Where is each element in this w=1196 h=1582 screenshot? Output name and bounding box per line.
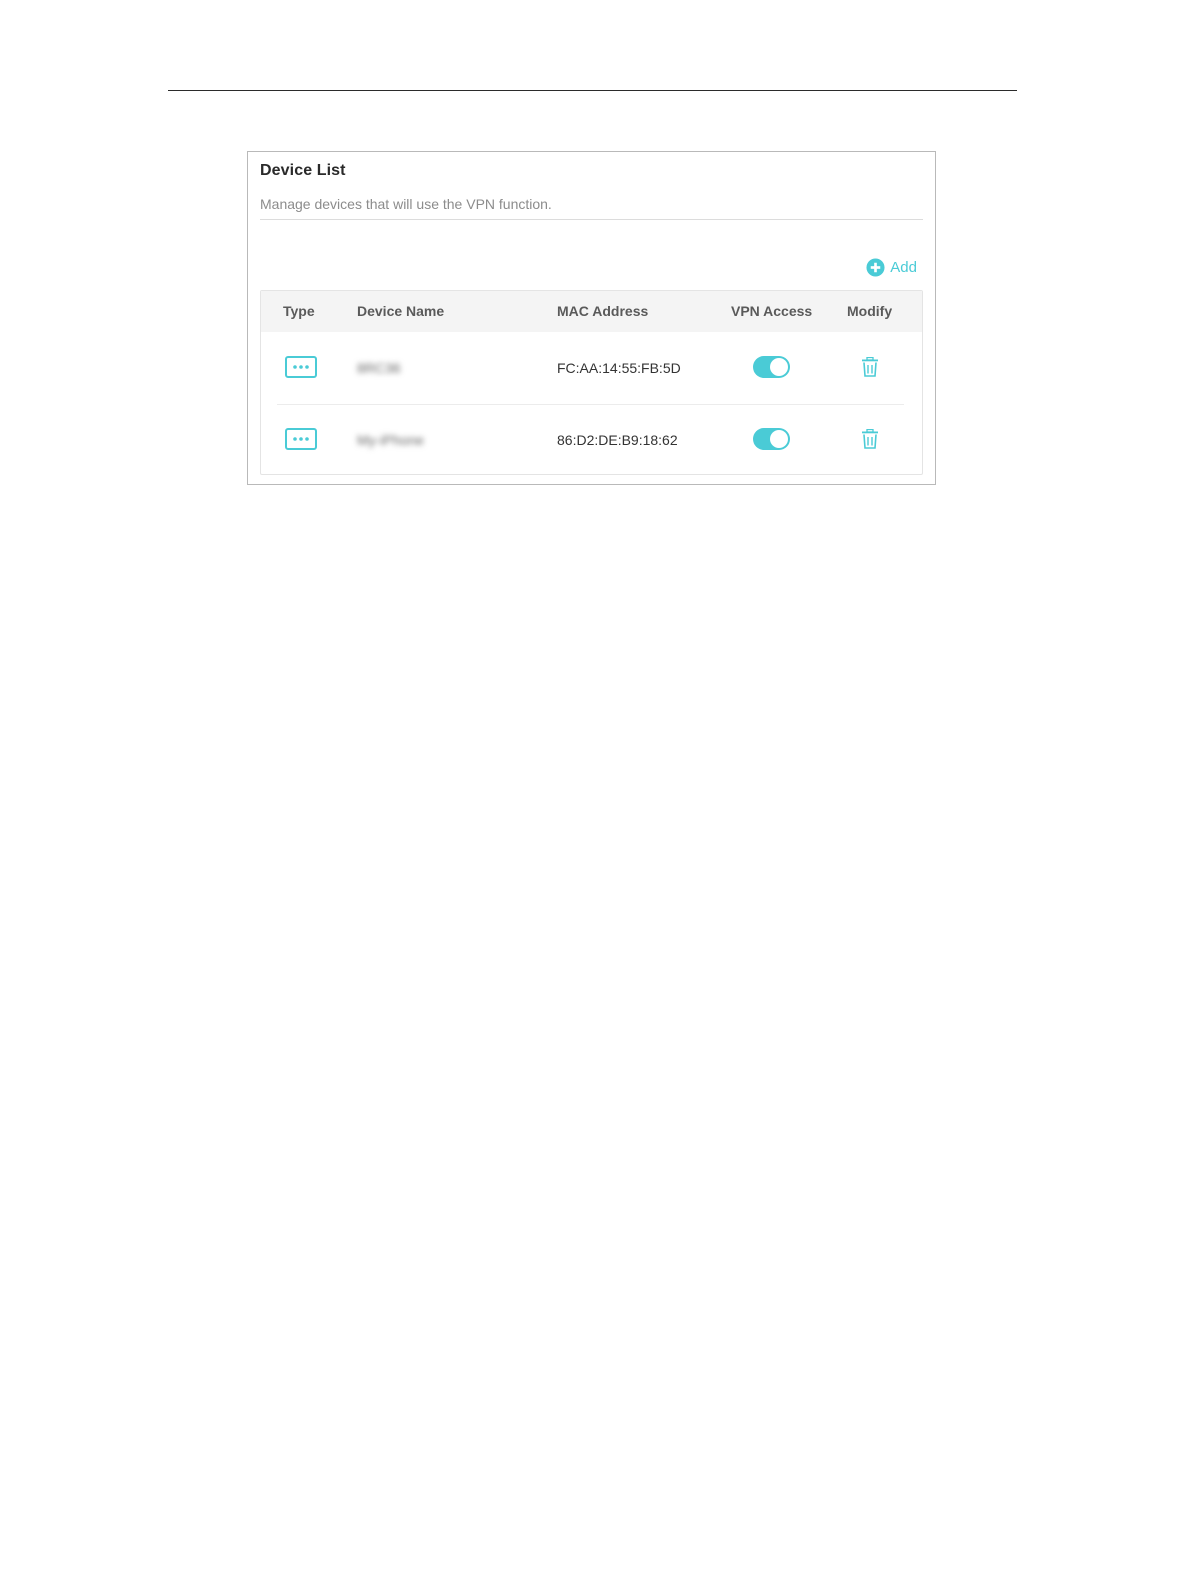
header-modify: Modify: [847, 303, 893, 319]
add-device-label: Add: [890, 259, 917, 276]
add-device-button[interactable]: Add: [866, 258, 917, 277]
other-device-icon: [285, 428, 317, 450]
toggle-knob: [770, 358, 788, 376]
table-row: 8RC36 FC:AA:14:55:FB:5D: [261, 332, 922, 404]
panel-description: Manage devices that will use the VPN fun…: [260, 196, 552, 212]
table-header: Type Device Name MAC Address VPN Access …: [261, 291, 922, 332]
mac-address: FC:AA:14:55:FB:5D: [557, 360, 681, 376]
vpn-access-toggle[interactable]: [753, 428, 790, 450]
device-name: 8RC36: [357, 360, 401, 376]
header-device-name: Device Name: [357, 303, 445, 319]
toggle-knob: [770, 430, 788, 448]
page-header-rule: [168, 90, 1017, 91]
device-name: My-iPhone: [357, 432, 424, 448]
device-table: Type Device Name MAC Address VPN Access …: [260, 290, 923, 475]
table-row: My-iPhone 86:D2:DE:B9:18:62: [261, 404, 922, 476]
trash-icon[interactable]: [861, 357, 879, 377]
header-mac-address: MAC Address: [557, 303, 649, 319]
plus-circle-icon: [866, 258, 885, 277]
other-device-icon: [285, 356, 317, 378]
header-vpn-access: VPN Access: [731, 303, 813, 319]
device-list-panel: Device List Manage devices that will use…: [247, 151, 936, 485]
header-type: Type: [283, 303, 315, 319]
mac-address: 86:D2:DE:B9:18:62: [557, 432, 678, 448]
trash-icon[interactable]: [861, 429, 879, 449]
panel-title: Device List: [260, 162, 346, 179]
panel-divider: [260, 219, 923, 220]
vpn-access-toggle[interactable]: [753, 356, 790, 378]
